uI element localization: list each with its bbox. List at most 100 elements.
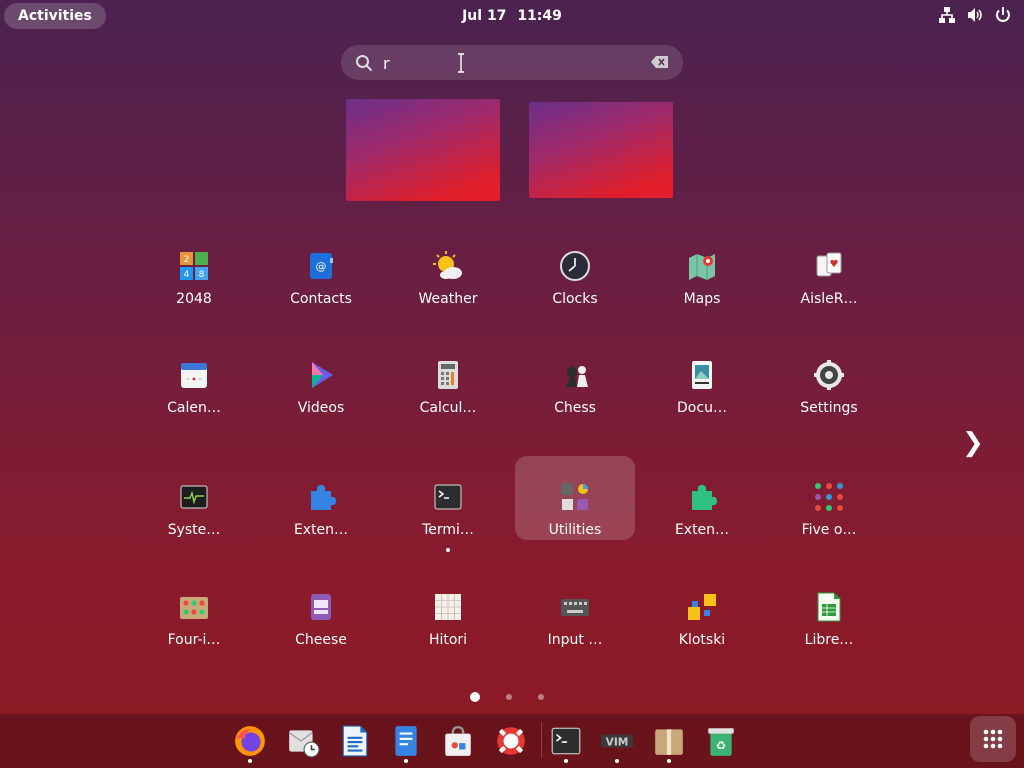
app-icon xyxy=(686,359,718,391)
clocks-icon xyxy=(560,251,590,281)
app-terminal[interactable]: Termi… xyxy=(388,456,508,552)
trash-icon: ♻ xyxy=(708,728,734,756)
app-label: Four-i… xyxy=(167,632,221,648)
app-four-in-a-row[interactable]: Four-i… xyxy=(134,566,254,650)
app-icon xyxy=(686,250,718,282)
app-contacts[interactable]: @ Contacts xyxy=(261,225,381,309)
workspace-thumbnail-1[interactable] xyxy=(346,99,500,201)
running-indicator xyxy=(667,759,671,763)
app-label: Exten… xyxy=(293,522,349,538)
app-aisleriot[interactable]: ♥ AisleR… xyxy=(769,225,889,309)
next-page-arrow-icon[interactable]: ❯ xyxy=(962,428,984,458)
contacts-icon: @ xyxy=(310,253,333,279)
app-system-monitor[interactable]: Syste… xyxy=(134,456,254,540)
app-cheese[interactable]: Cheese xyxy=(261,566,381,650)
top-bar: Activities Jul 17 11:49 xyxy=(0,0,1024,32)
cheese-icon xyxy=(311,594,331,620)
app-input-method-keyboard[interactable]: Input … xyxy=(515,566,635,650)
app-icon xyxy=(178,591,210,623)
terminal-icon xyxy=(434,484,462,510)
clock-date: Jul 17 xyxy=(462,8,507,24)
calendar-icon xyxy=(181,363,207,388)
dock-firefox[interactable] xyxy=(233,724,267,763)
network-icon[interactable] xyxy=(938,6,956,24)
running-indicator xyxy=(248,759,252,763)
app-chess[interactable]: Chess xyxy=(515,334,635,418)
app-calendar[interactable]: Calen… xyxy=(134,334,254,418)
app-five-or-more[interactable]: Five o… xyxy=(769,456,889,540)
app-icon xyxy=(686,481,718,513)
app-label: Utilities xyxy=(548,522,602,538)
app-label: Calcul… xyxy=(419,400,477,416)
running-indicator xyxy=(615,759,619,763)
dock-text-editor[interactable] xyxy=(389,724,423,763)
videos-icon xyxy=(312,362,333,388)
app-icon xyxy=(305,359,337,391)
app-calculator[interactable]: Calcul… xyxy=(388,334,508,418)
four-in-a-row-icon xyxy=(180,597,208,619)
svg-text:@: @ xyxy=(316,260,327,273)
software-center-icon xyxy=(445,726,471,756)
app-icon xyxy=(305,481,337,513)
dock-vim[interactable]: VIM xyxy=(600,724,634,763)
utilities-folder-icon xyxy=(561,483,588,510)
app-clocks[interactable]: Clocks xyxy=(515,225,635,309)
calculator-icon xyxy=(438,361,458,389)
system-tray[interactable] xyxy=(938,6,1012,24)
app-videos[interactable]: Videos xyxy=(261,334,381,418)
page-dot-3[interactable] xyxy=(538,694,544,700)
dock-libreoffice-writer[interactable] xyxy=(338,724,372,758)
dock-trash[interactable]: ♻ xyxy=(704,724,738,758)
libreoffice-writer-icon xyxy=(342,725,368,757)
app-settings-gear[interactable]: Settings xyxy=(769,334,889,418)
app-utilities-folder[interactable]: Utilities xyxy=(515,456,635,540)
text-editor-icon xyxy=(395,726,417,756)
search-input[interactable] xyxy=(381,51,635,75)
dock-software-center[interactable] xyxy=(441,724,475,758)
app-icon xyxy=(559,591,591,623)
workspace-thumbnail-2[interactable] xyxy=(529,102,673,198)
five-or-more-icon xyxy=(815,483,843,511)
show-apps-button[interactable] xyxy=(970,716,1016,762)
app-extensions-green[interactable]: Exten… xyxy=(642,456,762,540)
help-lifebuoy-icon xyxy=(497,727,525,755)
search-bar[interactable] xyxy=(341,45,683,80)
app-label: Libre… xyxy=(804,632,854,648)
klotski-icon xyxy=(688,594,716,620)
libreoffice-calc-icon xyxy=(817,592,841,622)
app-document-viewer[interactable]: Docu… xyxy=(642,334,762,418)
clock-time: 11:49 xyxy=(517,8,562,24)
clock[interactable]: Jul 17 11:49 xyxy=(0,8,1024,24)
app-icon: ♥ xyxy=(813,250,845,282)
page-dot-1[interactable] xyxy=(470,692,480,702)
power-icon[interactable] xyxy=(994,6,1012,24)
app-libreoffice-calc[interactable]: Libre… xyxy=(769,566,889,650)
app-icon xyxy=(559,481,591,513)
running-indicator xyxy=(404,759,408,763)
page-dot-2[interactable] xyxy=(506,694,512,700)
app-label: Calen… xyxy=(167,400,221,416)
dock-help-lifebuoy[interactable] xyxy=(494,724,528,758)
grid-icon xyxy=(983,729,1003,749)
app-2048[interactable]: 2 4 8 2048 xyxy=(134,225,254,309)
volume-icon[interactable] xyxy=(966,6,984,24)
app-label: Weather xyxy=(418,291,478,307)
svg-text:VIM: VIM xyxy=(606,735,629,748)
input-method-keyboard-icon xyxy=(561,599,589,616)
app-klotski[interactable]: Klotski xyxy=(642,566,762,650)
dock-evolution-mail[interactable] xyxy=(286,724,320,758)
app-label: Termi… xyxy=(422,522,474,538)
app-label: Hitori xyxy=(428,632,468,648)
dock-terminal[interactable] xyxy=(549,724,583,763)
app-label: Cheese xyxy=(295,632,347,648)
app-hitori[interactable]: Hitori xyxy=(388,566,508,650)
vim-icon: VIM xyxy=(601,734,633,748)
app-maps[interactable]: Maps xyxy=(642,225,762,309)
app-label: Klotski xyxy=(678,632,726,648)
dock-archive-manager[interactable] xyxy=(652,724,686,763)
extensions-green-icon xyxy=(692,485,717,510)
app-label: Input … xyxy=(547,632,603,648)
app-extensions-blue[interactable]: Exten… xyxy=(261,456,381,540)
clear-search-icon[interactable] xyxy=(651,55,669,69)
app-weather[interactable]: Weather xyxy=(388,225,508,309)
